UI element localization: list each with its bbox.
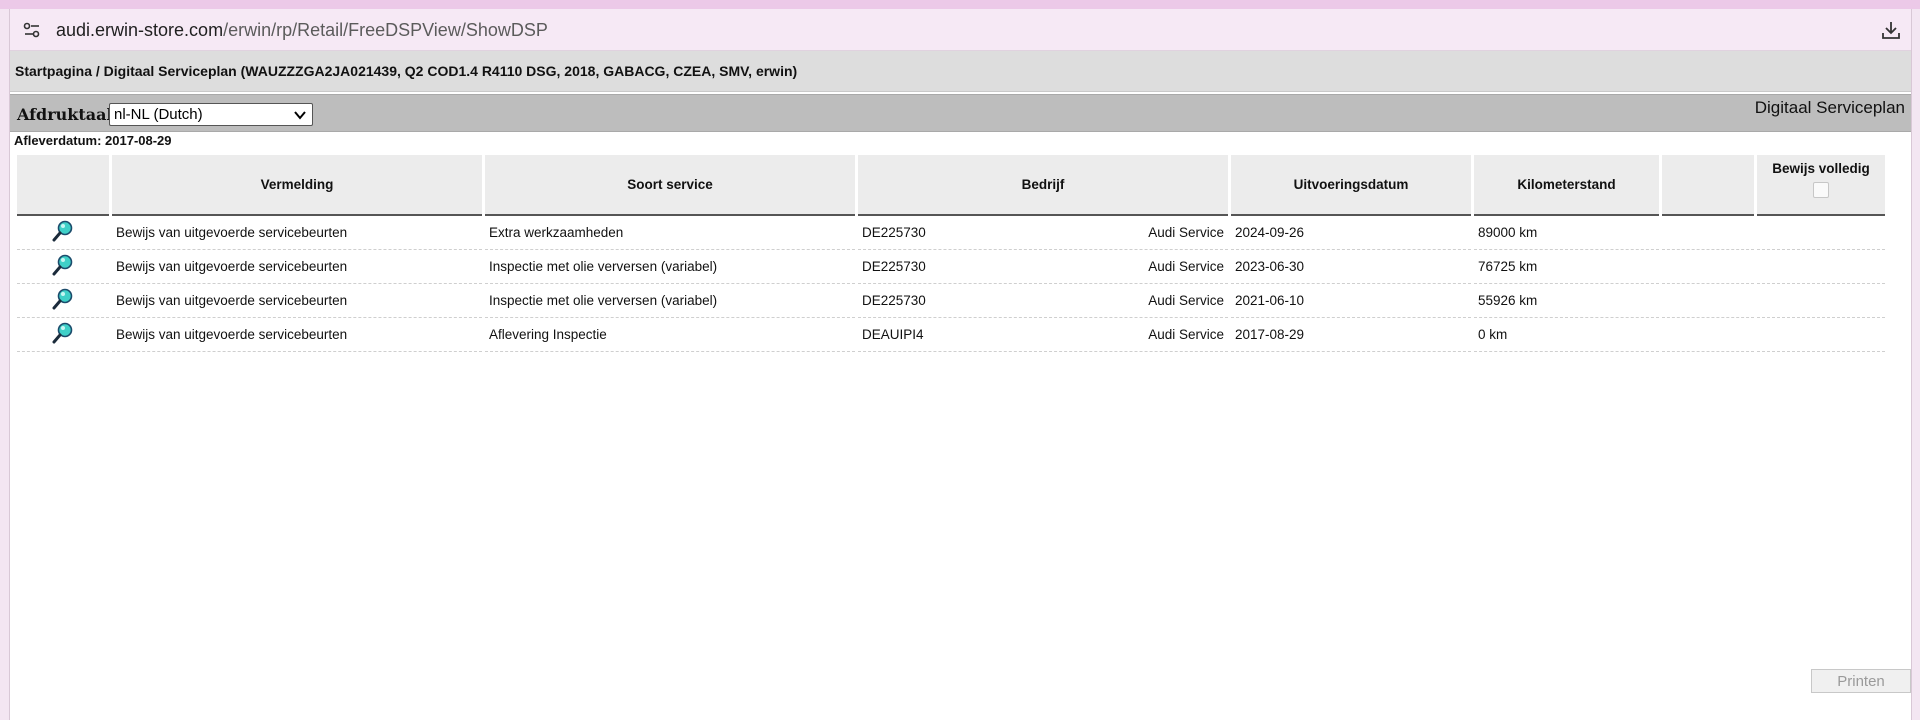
print-language-select[interactable]: nl-NL (Dutch)	[109, 103, 313, 126]
empty-cell	[1662, 318, 1754, 352]
magnifier-icon[interactable]	[51, 321, 75, 345]
empty-cell	[1662, 250, 1754, 284]
delivery-date: Afleverdatum: 2017-08-29	[14, 133, 172, 148]
address-bar[interactable]: audi.erwin-store.com/erwin/rp/Retail/Fre…	[10, 9, 1911, 51]
column-header-entry: Vermelding	[112, 155, 482, 216]
print-button[interactable]: Printen	[1811, 669, 1911, 693]
magnifier-icon[interactable]	[51, 253, 75, 277]
date-cell: 2024-09-26	[1231, 216, 1471, 250]
company-code: DEAUIPI4	[862, 327, 924, 342]
company-cell: DE225730 Audi Service	[858, 216, 1228, 250]
chevron-down-icon	[294, 111, 306, 120]
column-header-company: Bedrijf	[858, 155, 1228, 216]
company-name: Audi Service	[1148, 327, 1224, 342]
mileage-cell: 76725 km	[1474, 250, 1659, 284]
company-name: Audi Service	[1148, 225, 1224, 240]
table-row: Bewijs van uitgevoerde servicebeurten Ext…	[17, 216, 1885, 250]
empty-cell	[1662, 216, 1754, 250]
view-cell	[17, 284, 109, 318]
entry-cell: Bewijs van uitgevoerde servicebeurten	[112, 284, 482, 318]
proof-cell	[1757, 284, 1885, 318]
column-header-empty	[1662, 155, 1754, 216]
proof-complete-label: Bewijs volledig	[1772, 161, 1870, 176]
entry-cell: Bewijs van uitgevoerde servicebeurten	[112, 216, 482, 250]
service-history-table: Vermelding Soort service Bedrijf Uitvoer…	[14, 155, 1888, 352]
table-header-row: Vermelding Soort service Bedrijf Uitvoer…	[17, 155, 1885, 216]
company-code: DE225730	[862, 225, 926, 240]
company-code: DE225730	[862, 259, 926, 274]
proof-cell	[1757, 216, 1885, 250]
print-language-label: Afdruktaal:	[17, 105, 119, 124]
proof-cell	[1757, 318, 1885, 352]
proof-complete-checkbox[interactable]	[1813, 182, 1829, 198]
proof-cell	[1757, 250, 1885, 284]
service-type-cell: Aflevering Inspectie	[485, 318, 855, 352]
company-code: DE225730	[862, 293, 926, 308]
company-name: Audi Service	[1148, 259, 1224, 274]
url-host: audi.erwin-store.com	[56, 20, 224, 40]
magnifier-icon[interactable]	[51, 287, 75, 311]
browser-window: audi.erwin-store.com/erwin/rp/Retail/Fre…	[9, 9, 1912, 720]
service-type-cell: Inspectie met olie verversen (variabel)	[485, 250, 855, 284]
company-cell: DE225730 Audi Service	[858, 250, 1228, 284]
column-header-mileage: Kilometerstand	[1474, 155, 1659, 216]
column-header-proof-complete: Bewijs volledig	[1757, 155, 1885, 216]
empty-cell	[1662, 284, 1754, 318]
column-header-service-type: Soort service	[485, 155, 855, 216]
company-cell: DE225730 Audi Service	[858, 284, 1228, 318]
url-path: /erwin/rp/Retail/FreeDSPView/ShowDSP	[223, 20, 548, 40]
site-settings-icon[interactable]	[22, 20, 42, 40]
column-header-view	[17, 155, 109, 216]
url-text[interactable]: audi.erwin-store.com/erwin/rp/Retail/Fre…	[56, 20, 548, 41]
plan-title: Digitaal Serviceplan	[1754, 98, 1905, 117]
magnifier-icon[interactable]	[51, 219, 75, 243]
table-row: Bewijs van uitgevoerde servicebeurten Ins…	[17, 284, 1885, 318]
mileage-cell: 55926 km	[1474, 284, 1659, 318]
entry-cell: Bewijs van uitgevoerde servicebeurten	[112, 250, 482, 284]
company-cell: DEAUIPI4 Audi Service	[858, 318, 1228, 352]
table-row: Bewijs van uitgevoerde servicebeurten Afl…	[17, 318, 1885, 352]
view-cell	[17, 318, 109, 352]
view-cell	[17, 216, 109, 250]
table-row: Bewijs van uitgevoerde servicebeurten Ins…	[17, 250, 1885, 284]
view-cell	[17, 250, 109, 284]
download-icon[interactable]	[1880, 19, 1902, 41]
service-type-cell: Inspectie met olie verversen (variabel)	[485, 284, 855, 318]
service-type-cell: Extra werkzaamheden	[485, 216, 855, 250]
mileage-cell: 0 km	[1474, 318, 1659, 352]
mileage-cell: 89000 km	[1474, 216, 1659, 250]
column-header-date: Uitvoeringsdatum	[1231, 155, 1471, 216]
entry-cell: Bewijs van uitgevoerde servicebeurten	[112, 318, 482, 352]
print-language-value: nl-NL (Dutch)	[114, 106, 203, 123]
company-name: Audi Service	[1148, 293, 1224, 308]
date-cell: 2023-06-30	[1231, 250, 1471, 284]
breadcrumb: Startpagina / Digitaal Serviceplan (WAUZ…	[10, 51, 1911, 92]
date-cell: 2017-08-29	[1231, 318, 1471, 352]
toolbar: Afdruktaal: nl-NL (Dutch) Digitaal Servi…	[10, 94, 1911, 132]
browser-top-strip	[0, 0, 1920, 9]
date-cell: 2021-06-10	[1231, 284, 1471, 318]
